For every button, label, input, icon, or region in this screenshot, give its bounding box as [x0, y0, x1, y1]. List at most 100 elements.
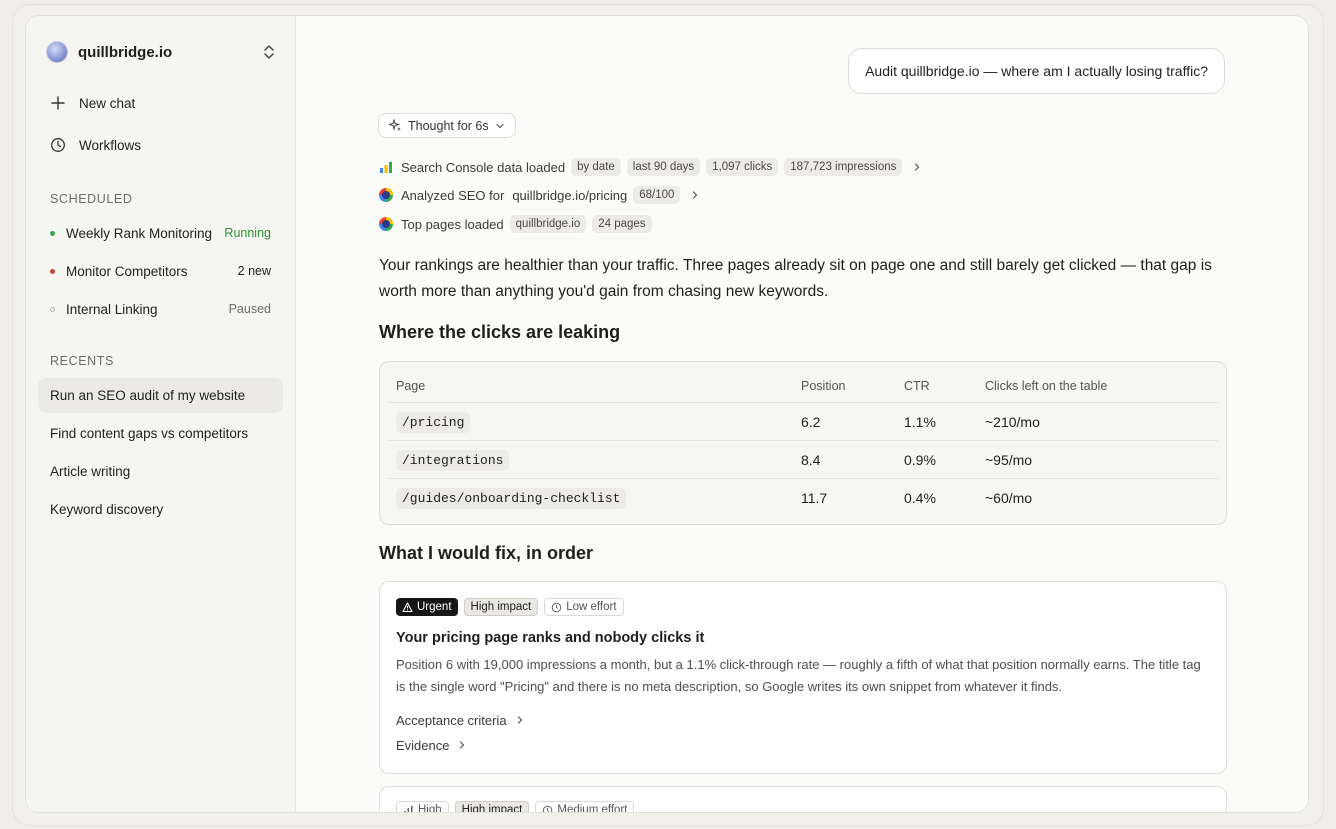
effort-badge: Medium effort	[535, 801, 635, 813]
tool-chip: by date	[571, 158, 621, 176]
scheduled-item-name: Internal Linking	[66, 301, 158, 317]
seo-score-chip: 68/100	[633, 186, 681, 204]
column-header: Clicks left on the table	[985, 379, 1108, 393]
chevron-right-icon	[693, 191, 698, 199]
new-chat-label: New chat	[79, 95, 136, 111]
ctr-cell: 1.1%	[904, 414, 936, 430]
assistant-intro: Your rankings are healthier than your tr…	[379, 257, 1212, 300]
badge-label: High	[418, 804, 442, 813]
top-pages-icon	[379, 217, 393, 231]
acceptance-criteria-toggle[interactable]: Acceptance criteria	[396, 710, 525, 730]
workspace-name: quillbridge.io	[78, 43, 173, 61]
badge-label: Low effort	[566, 601, 617, 613]
search-console-icon	[380, 162, 392, 173]
column-header: CTR	[904, 379, 930, 393]
badge-label: Urgent	[417, 601, 452, 613]
position-cell: 8.4	[801, 452, 821, 468]
page-path: /integrations	[396, 449, 510, 471]
clicks-cell: ~95/mo	[985, 452, 1033, 468]
effort-badge: Low effort	[544, 598, 624, 616]
workflows-nav-item[interactable]: Workflows	[50, 134, 141, 156]
position-cell: 11.7	[801, 490, 828, 506]
urgent-badge: Urgent	[396, 598, 458, 616]
app-window: quillbridge.io New chat Workflows SCHEDU…	[25, 15, 1309, 813]
workspace-switcher[interactable]: quillbridge.io	[46, 40, 276, 64]
tool-target: quillbridge.io/pricing	[512, 187, 628, 203]
clock-icon	[543, 805, 553, 812]
chevron-down-icon	[496, 123, 504, 128]
tool-chip: 187,723 impressions	[784, 158, 903, 176]
scheduled-heading: SCHEDULED	[50, 192, 133, 206]
scheduled-item-weekly-rank-monitoring[interactable]: Weekly Rank Monitoring Running	[50, 223, 271, 243]
tool-label: Top pages loaded	[401, 216, 504, 232]
recent-chat-item[interactable]: Keyword discovery	[38, 492, 283, 527]
scheduled-item-name: Monitor Competitors	[66, 263, 188, 279]
clock-icon	[51, 138, 65, 152]
page-path: /pricing	[396, 411, 471, 433]
table-row: /pricing 6.2 1.1% ~210/mo	[388, 402, 1218, 440]
recent-chat-item[interactable]: Run an SEO audit of my website	[38, 378, 283, 413]
status-badge: Running	[224, 226, 271, 240]
clicks-cell: ~210/mo	[985, 414, 1040, 430]
tool-chip: quillbridge.io	[509, 215, 587, 233]
status-dot	[50, 268, 55, 274]
tool-result-search-console[interactable]: Search Console data loaded by date last …	[379, 156, 922, 178]
table-row: /integrations 8.4 0.9% ~95/mo	[388, 440, 1218, 478]
scheduled-item-monitor-competitors[interactable]: Monitor Competitors 2 new	[50, 261, 271, 281]
seo-analyzer-icon	[379, 188, 393, 202]
acceptance-label: Acceptance criteria	[396, 712, 507, 728]
recent-chat-item[interactable]: Find content gaps vs competitors	[38, 416, 283, 451]
column-header: Page	[396, 379, 426, 393]
chevron-right-icon	[460, 741, 465, 749]
evidence-toggle[interactable]: Evidence	[396, 735, 467, 755]
thought-label: Thought for 6s	[408, 118, 489, 133]
column-header: Position	[801, 379, 846, 393]
recent-chat-item[interactable]: Article writing	[38, 454, 283, 489]
tool-chip: 1,097 clicks	[706, 158, 779, 176]
status-badge: 2 new	[237, 264, 271, 278]
table-row: /guides/onboarding-checklist 11.7 0.4% ~…	[388, 478, 1218, 516]
tool-chip: last 90 days	[626, 158, 701, 176]
scheduled-item-internal-linking[interactable]: Internal Linking Paused	[50, 299, 271, 319]
workspace-globe-icon	[46, 41, 68, 63]
chat-main: Audit quillbridge.io — where am I actual…	[296, 16, 1308, 812]
tool-result-seo-analysis[interactable]: Analyzed SEO for quillbridge.io/pricing …	[379, 184, 700, 206]
clicks-table: Page Position CTR Clicks left on the tab…	[379, 361, 1227, 525]
sparkle-icon	[389, 119, 401, 131]
fix-title: Your pricing page ranks and nobody click…	[396, 630, 705, 646]
recents-heading: RECENTS	[50, 354, 114, 368]
evidence-label: Evidence	[396, 737, 450, 753]
table-heading: Where the clicks are leaking	[379, 322, 621, 342]
tool-label: Search Console data loaded	[401, 159, 566, 175]
clock-icon	[551, 602, 562, 612]
impact-badge: High impact	[463, 598, 539, 616]
chevron-right-icon	[915, 163, 920, 171]
user-message: Audit quillbridge.io — where am I actual…	[848, 48, 1225, 94]
status-dot	[50, 306, 55, 312]
fix-heading: What I would fix, in order	[379, 543, 593, 563]
chevron-up-down-icon[interactable]	[262, 43, 276, 61]
thought-toggle[interactable]: Thought for 6s	[378, 113, 516, 138]
fix-description: Position 6 with 19,000 impressions a mon…	[396, 657, 1201, 694]
tool-result-top-pages[interactable]: Top pages loaded quillbridge.io 24 pages	[379, 213, 652, 235]
tool-chip: 24 pages	[592, 215, 652, 233]
ctr-cell: 0.4%	[904, 490, 936, 506]
new-chat-button[interactable]: New chat	[50, 92, 135, 114]
fix-card-pricing: Urgent High impact Low effort Your prici…	[379, 581, 1227, 774]
plus-icon	[51, 96, 65, 110]
fix-card-second: High High impact Medium effort	[379, 786, 1227, 813]
ctr-cell: 0.9%	[904, 452, 936, 468]
impact-badge: High impact	[454, 801, 530, 812]
bar-chart-icon	[404, 805, 413, 812]
workflows-label: Workflows	[79, 137, 142, 153]
priority-badge: High	[396, 801, 449, 813]
scheduled-item-name: Weekly Rank Monitoring	[66, 225, 213, 241]
page-path: /guides/onboarding-checklist	[396, 487, 627, 509]
sidebar: quillbridge.io New chat Workflows SCHEDU…	[26, 16, 296, 812]
status-dot	[50, 230, 55, 236]
status-badge: Paused	[228, 302, 271, 316]
badge-label: Medium effort	[557, 804, 628, 813]
chevron-right-icon	[517, 716, 522, 724]
clicks-cell: ~60/mo	[985, 490, 1033, 506]
tool-label: Analyzed SEO for	[401, 187, 505, 203]
